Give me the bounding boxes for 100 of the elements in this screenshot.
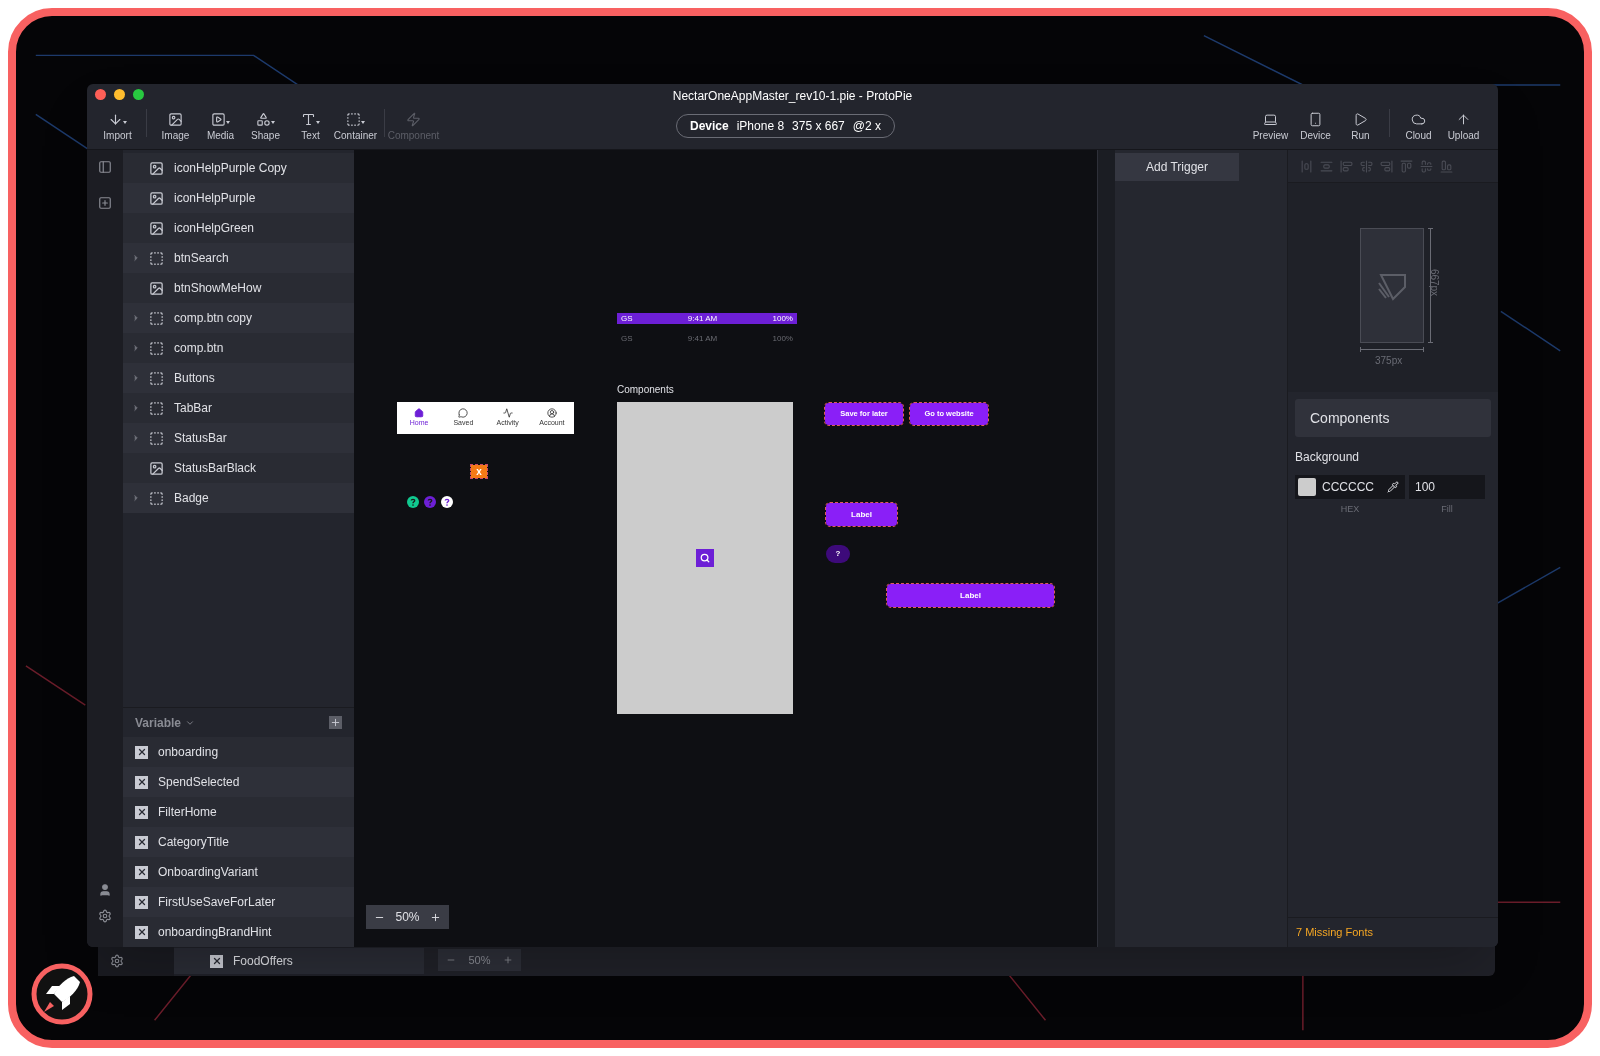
align-icon[interactable]: [1300, 159, 1313, 173]
minimize-icon[interactable]: [114, 89, 125, 100]
variable-name: SpendSelected: [158, 774, 240, 791]
align-icon[interactable]: [1320, 159, 1333, 173]
align-icon[interactable]: [1440, 159, 1453, 173]
variable-dropdown[interactable]: Variable: [135, 713, 196, 732]
layer-row[interactable]: StatusBarBlack: [123, 453, 354, 483]
align-icon[interactable]: [1420, 159, 1433, 173]
layer-row[interactable]: StatusBar: [123, 423, 354, 453]
align-icon[interactable]: [1400, 159, 1413, 173]
variable-row[interactable]: FirstUseSaveForLater: [123, 887, 354, 917]
laptop-icon: [1263, 112, 1278, 127]
image-icon: [149, 190, 164, 206]
close-badge: x: [471, 465, 487, 478]
layer-row[interactable]: Badge: [123, 483, 354, 513]
align-icon[interactable]: [1360, 159, 1373, 173]
splitter-bar[interactable]: [1097, 150, 1115, 947]
zoom-in-icon[interactable]: [430, 911, 441, 923]
layer-row[interactable]: btnSearch: [123, 243, 354, 273]
image-icon: [168, 112, 183, 127]
layer-row[interactable]: btnShowMeHow: [123, 273, 354, 303]
align-icon[interactable]: [1340, 159, 1353, 173]
variable-row[interactable]: CategoryTitle: [123, 827, 354, 857]
hex-field[interactable]: CCCCCC: [1295, 475, 1405, 499]
plus-icon: [330, 717, 341, 728]
expand-caret-icon[interactable]: [131, 343, 141, 353]
media-icon: [211, 112, 226, 127]
maximize-icon[interactable]: [133, 89, 144, 100]
arrow-down-icon: [108, 112, 123, 127]
width-label: 375px: [1375, 354, 1403, 368]
time-label: 9:41 AM: [687, 314, 718, 323]
dashed-square-icon: [346, 112, 361, 127]
image-icon: [149, 160, 164, 176]
layer-row[interactable]: iconHelpPurple Copy: [123, 153, 354, 183]
layer-row[interactable]: iconHelpPurple: [123, 183, 354, 213]
toolbar-button[interactable]: Device: [1293, 112, 1338, 143]
variable-row[interactable]: SpendSelected: [123, 767, 354, 797]
toolbar-button[interactable]: Run: [1338, 112, 1383, 143]
person-icon: [546, 407, 557, 418]
variable-icon: [135, 775, 148, 789]
missing-fonts-warning[interactable]: 7 Missing Fonts: [1296, 924, 1374, 941]
fill-field[interactable]: 100: [1409, 475, 1485, 499]
dashed-square-icon: [149, 400, 164, 416]
variable-row[interactable]: FilterHome: [123, 797, 354, 827]
expand-caret-icon[interactable]: [131, 493, 141, 503]
add-trigger-tab[interactable]: Add Trigger: [1115, 153, 1239, 181]
variable-icon: [210, 954, 223, 968]
scene-name-field[interactable]: Components: [1295, 399, 1491, 437]
help-button[interactable]: ?: [826, 545, 850, 563]
layer-row[interactable]: comp.btn copy: [123, 303, 354, 333]
expand-caret-icon[interactable]: [131, 403, 141, 413]
window-title: NectarOneAppMaster_rev10-1.pie - ProtoPie: [672, 87, 913, 105]
canvas-button[interactable]: Label: [826, 503, 897, 526]
image-icon: [149, 460, 164, 476]
settings-icon: [110, 954, 124, 968]
variable-name: FilterHome: [158, 804, 217, 821]
time-label: 9:41 AM: [687, 334, 718, 343]
lightning-icon: [406, 112, 421, 127]
component-icon[interactable]: [98, 196, 112, 210]
toolbar-button[interactable]: Preview: [1248, 112, 1293, 143]
canvas-button[interactable]: Label: [887, 584, 1054, 607]
battery-label: 100%: [772, 334, 793, 343]
expand-caret-icon[interactable]: [131, 313, 141, 323]
panel-icon[interactable]: [98, 160, 112, 174]
variable-row[interactable]: onboarding: [123, 737, 354, 767]
variable-row[interactable]: onboardingBrandHint: [123, 917, 354, 947]
variable-row[interactable]: OnboardingVariant: [123, 857, 354, 887]
layer-name: comp.btn: [174, 340, 224, 357]
layer-name: btnSearch: [174, 250, 229, 267]
settings-icon[interactable]: [98, 909, 112, 923]
toolbar-button[interactable]: Media: [198, 112, 243, 143]
toolbar-button[interactable]: Cloud: [1396, 112, 1441, 143]
variable-name: OnboardingVariant: [158, 864, 258, 881]
user-icon[interactable]: [98, 883, 112, 897]
rocket-logo-icon: [30, 962, 94, 1026]
toolbar-button[interactable]: Shape: [243, 112, 288, 143]
background-label: Background: [1295, 449, 1361, 466]
variable-icon: [135, 745, 148, 759]
toolbar-button[interactable]: Image: [153, 112, 198, 143]
expand-caret-icon[interactable]: [131, 433, 141, 443]
add-variable-button[interactable]: [329, 716, 342, 729]
expand-caret-icon[interactable]: [131, 373, 141, 383]
variable-icon: [135, 865, 148, 879]
toolbar-button[interactable]: Container: [333, 112, 378, 143]
color-swatch[interactable]: [1298, 478, 1316, 496]
close-icon[interactable]: [95, 89, 106, 100]
toolbar-button[interactable]: Import: [95, 112, 140, 143]
expand-caret-icon[interactable]: [131, 253, 141, 263]
toolbar-button[interactable]: Upload: [1441, 112, 1486, 143]
zoom-level: 50%: [468, 952, 491, 968]
layer-row[interactable]: comp.btn: [123, 333, 354, 363]
align-icon[interactable]: [1380, 159, 1393, 173]
layer-row[interactable]: iconHelpGreen: [123, 213, 354, 243]
eyedropper-icon[interactable]: [1387, 481, 1399, 493]
layer-row[interactable]: TabBar: [123, 393, 354, 423]
layer-row[interactable]: Buttons: [123, 363, 354, 393]
width-dimension-line: [1360, 347, 1424, 352]
toolbar-button[interactable]: Text: [288, 112, 333, 143]
layer-name: iconHelpPurple Copy: [174, 160, 287, 177]
dropdown-caret-icon: [123, 121, 127, 124]
